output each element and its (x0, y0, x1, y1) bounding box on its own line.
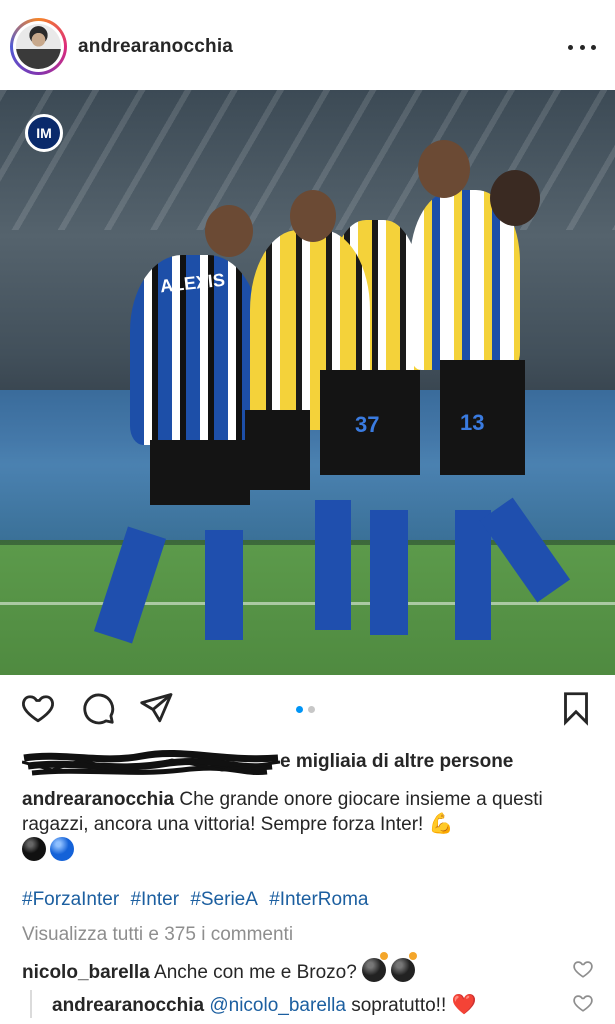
black-circle-emoji (22, 837, 46, 861)
hashtag-link[interactable]: #SerieA (190, 889, 258, 910)
carousel-dot-active (296, 706, 303, 713)
player-shorts (245, 410, 310, 490)
hashtags: #ForzaInter #Inter #SerieA #InterRoma (22, 889, 374, 911)
bomb-emoji (391, 952, 418, 982)
comment-row: nicolo_barella Anche con me e Brozo? (22, 952, 612, 984)
player-sock (315, 500, 351, 630)
avatar-inner (13, 21, 64, 72)
more-dot (579, 44, 585, 50)
post-photo[interactable]: IM ALEXIS 37 13 (0, 90, 615, 675)
comment-like-heart-icon[interactable] (572, 958, 596, 982)
reply-row: andrearanocchia @nicolo_barella sopratut… (52, 992, 562, 1017)
player-head (490, 170, 540, 226)
likes-text[interactable]: e migliaia di altre persone (280, 751, 513, 773)
shirt-number: 13 (460, 410, 485, 435)
muscle-emoji: 💪 (428, 813, 454, 835)
avatar[interactable] (10, 18, 67, 75)
reply-text: sopratutto!! (351, 995, 447, 1016)
post-header: andrearanocchia (0, 0, 615, 90)
comment-text: Anche con me e Brozo? (154, 962, 357, 983)
post-username[interactable]: andrearanocchia (78, 36, 233, 58)
player-sock (370, 510, 408, 635)
reply-mention[interactable]: @nicolo_barella (209, 995, 346, 1016)
comment-icon[interactable] (80, 690, 116, 726)
reply-indent-line (30, 990, 32, 1018)
reply-username[interactable]: andrearanocchia (52, 995, 204, 1016)
more-dot (568, 44, 573, 50)
more-horizontal-icon[interactable] (568, 43, 596, 51)
club-badge-icon: IM (25, 114, 63, 152)
player-shorts (150, 440, 250, 505)
reply-like-heart-icon[interactable] (572, 992, 596, 1016)
redaction-scribble (22, 750, 281, 776)
shirt-number: 37 (355, 412, 380, 437)
carousel-indicator (296, 706, 315, 713)
caption-emoji-row (22, 837, 74, 861)
action-bar (0, 690, 615, 734)
share-icon[interactable] (138, 690, 174, 726)
hashtag-link[interactable]: #Inter (130, 889, 179, 910)
likes-row[interactable]: e migliaia di altre persone (22, 748, 602, 778)
caption: andrearanocchia Che grande onore giocare… (22, 788, 597, 861)
avatar-image (16, 24, 61, 69)
player-head (418, 140, 470, 198)
view-all-comments-link[interactable]: Visualizza tutti e 375 i commenti (22, 924, 293, 946)
comment-username[interactable]: nicolo_barella (22, 962, 150, 983)
player-head (290, 190, 336, 242)
red-heart-emoji: ❤️ (451, 994, 477, 1016)
bomb-emoji (362, 952, 389, 982)
bookmark-icon[interactable] (558, 690, 594, 726)
heart-icon[interactable] (20, 690, 56, 726)
pitch-line (0, 602, 615, 605)
hashtag-link[interactable]: #InterRoma (269, 889, 368, 910)
blue-circle-emoji (50, 837, 74, 861)
player-sock (205, 530, 243, 640)
player-head (205, 205, 253, 257)
more-dot (591, 44, 596, 50)
caption-username[interactable]: andrearanocchia (22, 789, 174, 810)
carousel-dot (308, 706, 315, 713)
hashtag-link[interactable]: #ForzaInter (22, 889, 119, 910)
